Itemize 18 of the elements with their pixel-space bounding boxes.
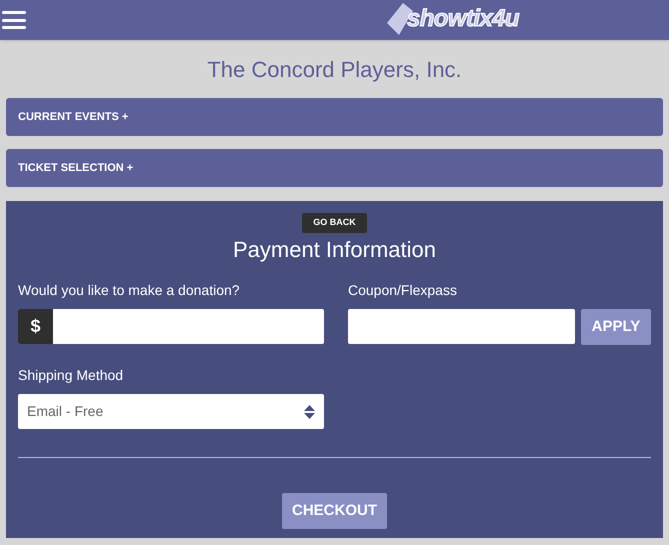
menu-icon[interactable] (2, 11, 26, 29)
shipping-select[interactable]: Email - Free (18, 394, 324, 429)
accordion-header[interactable]: TICKET SELECTION + (6, 149, 663, 187)
checkout-button[interactable]: CHECKOUT (282, 493, 387, 529)
accordion-header[interactable]: CURRENT EVENTS + (6, 98, 663, 136)
sort-arrows-icon (304, 404, 315, 420)
coupon-field[interactable] (348, 309, 575, 344)
donation-field[interactable]: $ (18, 309, 324, 344)
field-label: Would you like to make a donation? (18, 281, 241, 300)
logo-text: showtix4u (407, 4, 519, 34)
section-heading: Payment Information (233, 237, 436, 262)
page-title: The Concord Players, Inc. (207, 57, 462, 82)
apply-button[interactable]: APPLY (581, 309, 651, 345)
currency-prefix: $ (18, 309, 53, 344)
logo[interactable]: showtix4u (385, 1, 519, 37)
field-label: Coupon/Flexpass (348, 281, 458, 300)
go-back-button[interactable]: GO BACK (302, 213, 367, 233)
field-label: Shipping Method (18, 366, 124, 385)
